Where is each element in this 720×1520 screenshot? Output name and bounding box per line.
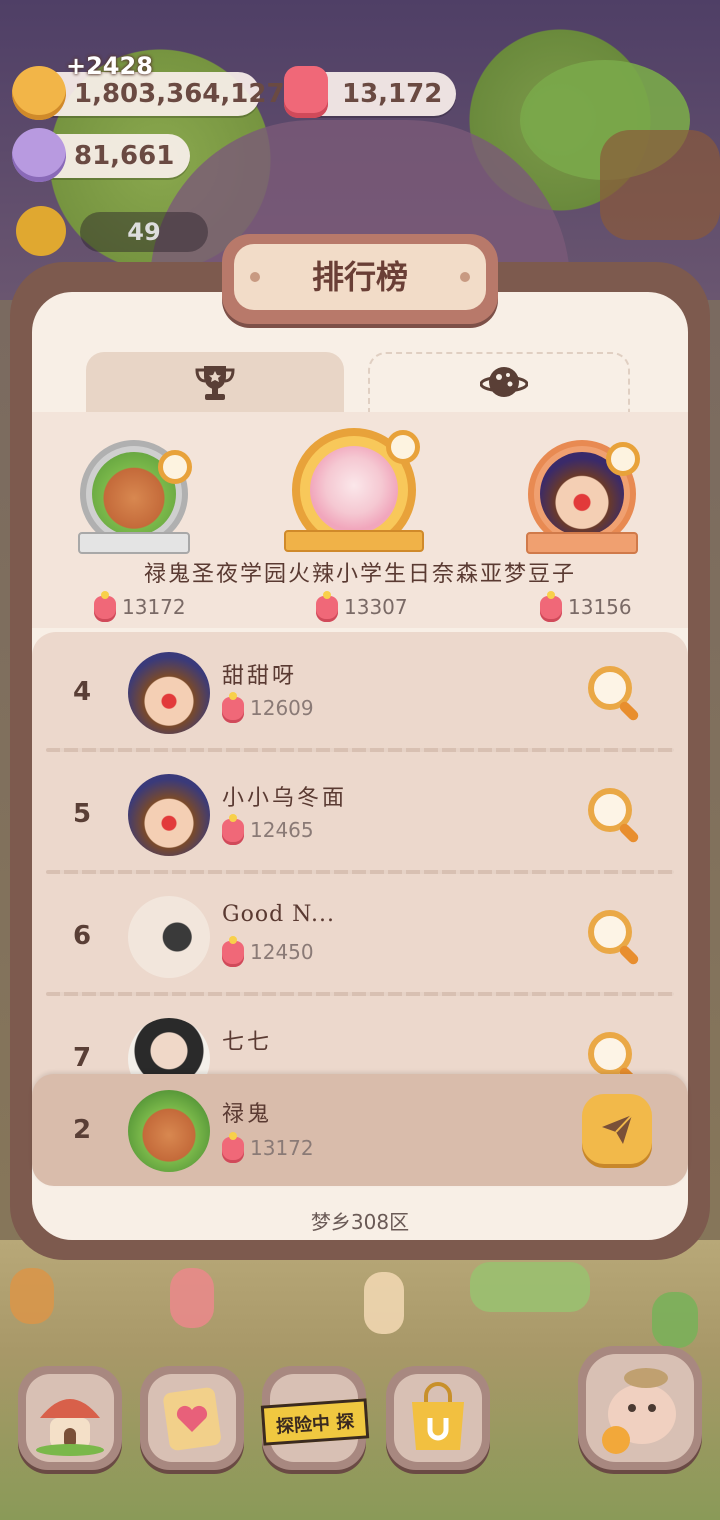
player-name: 甜甜呀 — [222, 664, 298, 689]
nav-diary-button[interactable] — [140, 1366, 244, 1470]
small-counter: 49 — [80, 212, 208, 252]
top3-left-player[interactable] — [78, 440, 200, 560]
toy-car — [470, 1262, 590, 1312]
shopping-bag-icon — [412, 1382, 464, 1450]
divider — [46, 870, 674, 874]
score-value: 13172 — [122, 595, 186, 619]
send-button[interactable] — [582, 1094, 652, 1164]
list-item[interactable]: 6 Good N... 12450 — [32, 876, 688, 996]
player-name: Good N... — [222, 902, 335, 927]
jelly-icon — [222, 691, 244, 723]
search-icon[interactable] — [588, 910, 644, 967]
score-value: 12450 — [250, 940, 314, 964]
divider — [46, 992, 674, 996]
score-value: 13172 — [250, 1136, 314, 1160]
gear-coin-icon — [16, 206, 66, 256]
cookie-character — [652, 1292, 698, 1348]
jelly-icon — [222, 813, 244, 845]
planet-icon — [480, 367, 528, 397]
avatar — [128, 896, 210, 978]
top3-names: 禄鬼圣夜学园火辣小学生日奈森亚梦豆子 — [143, 562, 576, 587]
cookie-character — [10, 1268, 54, 1324]
explore-label: 探险中 探 — [260, 1398, 370, 1446]
self-rank-row: 2 禄鬼 13172 — [32, 1074, 688, 1186]
score-value: 13156 — [568, 595, 632, 619]
cookie-character — [170, 1268, 214, 1328]
list-item[interactable]: 5 小小乌冬面 12465 — [32, 754, 688, 874]
paper-plane-icon — [602, 1114, 633, 1144]
pet-icon — [602, 1368, 676, 1454]
search-icon[interactable] — [588, 788, 644, 845]
jelly-icon — [284, 66, 328, 118]
top3-right-player[interactable] — [526, 440, 648, 560]
player-name: 小小乌冬面 — [222, 786, 348, 811]
cookie-coin-icon — [12, 66, 66, 120]
jelly-icon — [540, 590, 562, 622]
server-label: 梦乡308区 — [310, 1210, 410, 1234]
tab-trophy[interactable] — [86, 352, 344, 412]
jelly-icon — [316, 590, 338, 622]
cookie-character — [364, 1272, 404, 1334]
search-icon[interactable] — [158, 450, 192, 484]
background-tree-trunk — [600, 130, 720, 240]
jelly-icon — [222, 1131, 244, 1163]
player-score: 12609 — [222, 691, 314, 723]
nav-shop-button[interactable] — [386, 1366, 490, 1470]
player-score: 13172 — [222, 1131, 314, 1163]
mushroom-house-icon — [36, 1399, 104, 1456]
coin-gain-text: +2428 — [66, 52, 153, 80]
avatar — [128, 1090, 210, 1172]
player-name: 禄鬼 — [222, 1102, 273, 1127]
title-plate: 排行榜 — [222, 234, 498, 324]
avatar — [128, 652, 210, 734]
top3-center-score: 13307 — [316, 590, 408, 622]
top3-right-score: 13156 — [540, 590, 632, 622]
list-item[interactable]: 4 甜甜呀 12609 — [32, 632, 688, 752]
score-value: 13307 — [344, 595, 408, 619]
silver-ribbon — [78, 532, 190, 554]
player-score: 12465 — [222, 813, 314, 845]
nav-pet-button[interactable] — [578, 1346, 702, 1470]
panel-title: 排行榜 — [311, 258, 408, 296]
tab-planet[interactable] — [368, 352, 630, 412]
player-score: 12450 — [222, 935, 314, 967]
player-name: 七七 — [222, 1030, 273, 1055]
nav-house-button[interactable] — [18, 1366, 122, 1470]
avatar — [128, 774, 210, 856]
bronze-ribbon — [526, 532, 638, 554]
trophy-icon — [195, 366, 235, 400]
search-icon[interactable] — [606, 442, 640, 476]
search-icon[interactable] — [386, 430, 420, 464]
rank-number: 5 — [72, 799, 92, 829]
rank-number: 4 — [72, 677, 92, 707]
coins-value: 1,803,364,127 — [74, 79, 285, 109]
jelly-icon — [222, 935, 244, 967]
diary-icon — [163, 1387, 221, 1451]
jelly-value: 13,172 — [342, 79, 443, 109]
crystal-icon — [12, 128, 66, 182]
top3-center-player[interactable] — [284, 428, 434, 558]
score-value: 12465 — [250, 818, 314, 842]
divider — [46, 748, 674, 752]
gold-ribbon — [284, 530, 424, 552]
search-icon[interactable] — [588, 666, 644, 723]
jelly-icon — [94, 590, 116, 622]
rank-number: 6 — [72, 921, 92, 951]
crystals-value: 81,661 — [74, 141, 175, 171]
rank-number: 2 — [72, 1115, 92, 1145]
score-value: 12609 — [250, 696, 314, 720]
small-counter-value: 49 — [127, 218, 161, 246]
top3-left-score: 13172 — [94, 590, 186, 622]
avatar — [310, 446, 398, 534]
